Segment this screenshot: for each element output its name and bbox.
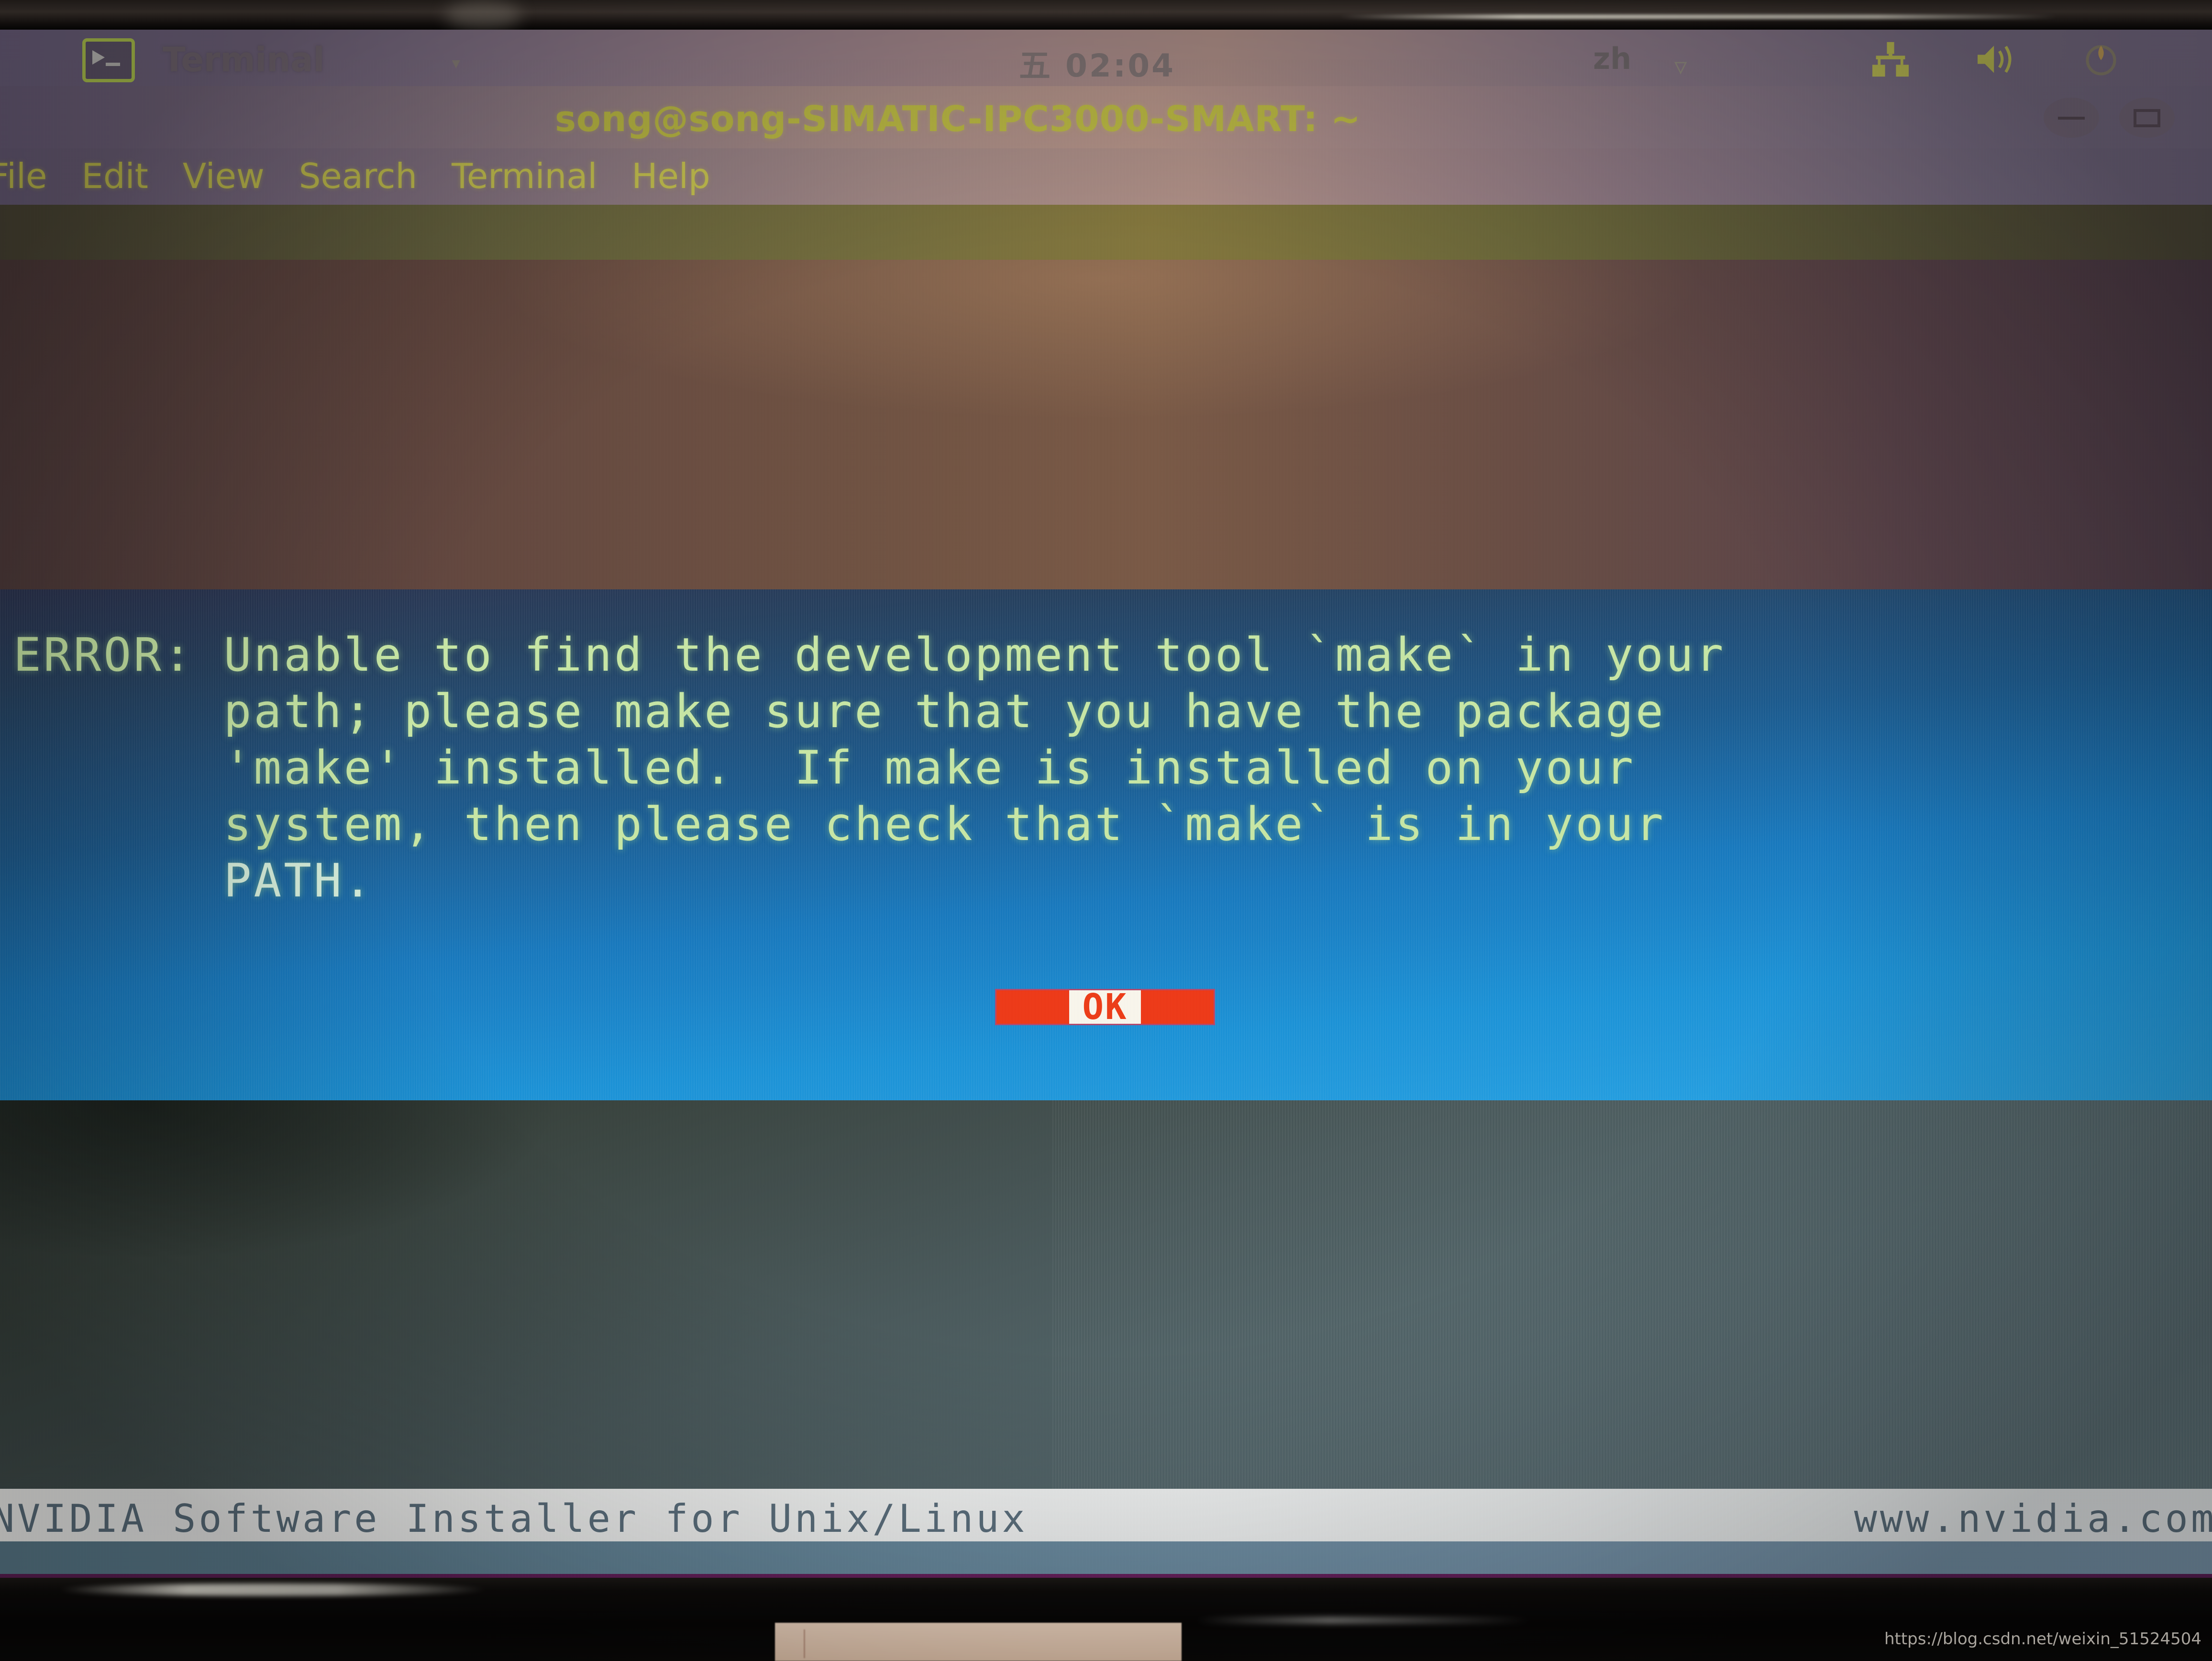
- menu-item-view[interactable]: View: [183, 156, 265, 196]
- chevron-down-icon[interactable]: ▾: [450, 51, 463, 75]
- menu-item-edit[interactable]: Edit: [81, 156, 148, 196]
- error-dialog-message: ERROR: Unable to find the development to…: [13, 627, 2200, 909]
- bezel-bottom-highlight-2: [1196, 1617, 1531, 1624]
- monitor-bezel-top: [0, 0, 2212, 30]
- installer-title: NVIDIA Software Installer for Unix/Linux: [0, 1496, 1028, 1541]
- nvidia-website-url: www.nvidia.com: [1854, 1496, 2212, 1541]
- menu-item-help[interactable]: Help: [631, 156, 710, 196]
- network-icon[interactable]: [1866, 41, 1915, 78]
- desktop-band-blue: [0, 1541, 2212, 1574]
- menu-item-terminal[interactable]: Terminal: [452, 156, 597, 196]
- terminal-menubar: File Edit View Search Terminal Help: [0, 148, 2212, 205]
- error-line-3: 'make' installed. If make is installed o…: [13, 741, 1636, 795]
- terminal-body-upper: [0, 260, 2212, 589]
- error-line-5: PATH.: [13, 854, 374, 908]
- power-icon[interactable]: [2076, 41, 2126, 78]
- bezel-bottom-highlight: [57, 1583, 488, 1596]
- ok-button-core: OK: [1069, 986, 1141, 1028]
- panel-clock[interactable]: 五 02:04: [1019, 40, 1175, 86]
- watermark: https://blog.csdn.net/weixin_51524504: [1884, 1629, 2201, 1649]
- desktop-band-purple: [0, 1574, 2212, 1578]
- menu-item-search[interactable]: Search: [299, 156, 417, 196]
- ok-button[interactable]: OK: [995, 989, 1215, 1025]
- bezel-smudge: [445, 1, 521, 30]
- minimize-button[interactable]: [2044, 98, 2099, 138]
- terminal-body-lower: [0, 1100, 2212, 1489]
- volume-icon[interactable]: [1971, 41, 2021, 78]
- ubuntu-top-panel: Terminal ▾ 五 02:04 zh ▽: [0, 30, 2212, 86]
- error-line-1: ERROR: Unable to find the development to…: [13, 628, 1726, 682]
- panel-input-method[interactable]: zh: [1593, 41, 1631, 76]
- maximize-button[interactable]: [2119, 98, 2175, 138]
- menu-item-file[interactable]: File: [0, 156, 47, 196]
- screen-glare-band: [0, 205, 2212, 260]
- terminal-titlebar[interactable]: song@song-SIMATIC-IPC3000-SMART: ~: [0, 86, 2212, 148]
- nvidia-status-bar: NVIDIA Software Installer for Unix/Linux…: [0, 1489, 2212, 1541]
- monitor-photo: Terminal ▾ 五 02:04 zh ▽ song@song-SIMATI…: [0, 0, 2212, 1661]
- chevron-down-icon-ime[interactable]: ▽: [1674, 55, 1687, 79]
- error-line-4: system, then please check that `make` is…: [13, 797, 1666, 851]
- panel-app-name[interactable]: Terminal: [163, 40, 324, 79]
- terminal-icon[interactable]: [82, 38, 135, 82]
- bezel-glare-highlight: [1339, 14, 2057, 19]
- screen-area: Terminal ▾ 五 02:04 zh ▽ song@song-SIMATI…: [0, 30, 2212, 1578]
- error-line-2: path; please make sure that you have the…: [13, 685, 1666, 738]
- window-title: song@song-SIMATIC-IPC3000-SMART: ~: [555, 99, 1361, 140]
- ok-button-label: OK: [1082, 986, 1128, 1028]
- paper-note: [775, 1623, 1182, 1661]
